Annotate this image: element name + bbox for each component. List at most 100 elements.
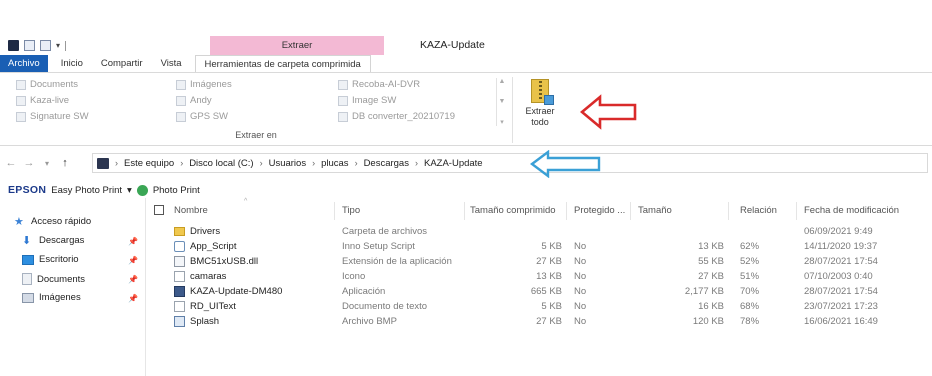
destination-documents[interactable]: Documents	[16, 79, 78, 90]
file-name-cell: RD_UIText	[174, 301, 236, 312]
pin-icon[interactable]: 📌	[128, 275, 138, 284]
chevron-right-icon[interactable]: ›	[312, 158, 315, 168]
breadcrumb-descargas[interactable]: Descargas	[364, 158, 409, 169]
dll-icon	[174, 256, 185, 267]
column-header-ratio[interactable]: Relación	[740, 205, 777, 216]
column-header-size[interactable]: Tamaño	[638, 205, 672, 216]
address-bar[interactable]: › Este equipo › Disco local (C:) › Usuar…	[92, 153, 928, 173]
extract-all-button[interactable]: Extraer todo	[520, 79, 560, 128]
column-header-date-modified[interactable]: Fecha de modificación	[804, 205, 899, 216]
file-compressed-size: 13 KB	[536, 271, 562, 282]
sort-ascending-icon: ^	[244, 198, 248, 205]
sidebar-item-documents[interactable]: Documents	[22, 273, 85, 285]
table-row[interactable]: camaras Icono 13 KB No 27 KB 51% 07/10/2…	[146, 270, 932, 285]
column-divider[interactable]	[334, 202, 335, 220]
column-divider[interactable]	[796, 202, 797, 220]
scroll-up-icon[interactable]: ▲	[499, 78, 506, 85]
column-header-name[interactable]: Nombre	[174, 205, 208, 216]
file-protected: No	[574, 316, 587, 327]
sidebar-item-desktop[interactable]: Escritorio	[22, 254, 79, 265]
properties-icon[interactable]	[8, 40, 19, 51]
chevron-right-icon[interactable]: ›	[355, 158, 358, 168]
pin-icon[interactable]: 📌	[128, 294, 138, 303]
application-icon	[174, 286, 185, 297]
file-protected: No	[574, 301, 587, 312]
tab-compressed-folder-tools[interactable]: Herramientas de carpeta comprimida	[194, 55, 371, 72]
column-divider[interactable]	[728, 202, 729, 220]
breadcrumb-plucas[interactable]: plucas	[321, 158, 348, 169]
destination-recoba-ai-dvr[interactable]: Recoba-AI-DVR	[338, 79, 420, 90]
table-row[interactable]: App_Script Inno Setup Script 5 KB No 13 …	[146, 240, 932, 255]
destination-kaza-live[interactable]: Kaza-live	[16, 95, 69, 106]
folder-icon	[338, 79, 348, 90]
chevron-right-icon[interactable]: ›	[180, 158, 183, 168]
up-icon[interactable]: ↑	[58, 157, 72, 169]
destination-db-converter[interactable]: DB converter_20210719	[338, 111, 455, 122]
column-divider[interactable]	[630, 202, 631, 220]
file-size: 16 KB	[698, 301, 724, 312]
recent-locations-icon[interactable]: ▾	[40, 159, 54, 168]
ribbon-group-caption: Extraer en	[235, 130, 277, 140]
easy-photo-print-button[interactable]: Easy Photo Print	[51, 185, 122, 196]
file-compressed-size: 5 KB	[541, 241, 562, 252]
destination-imagenes[interactable]: Imágenes	[176, 79, 232, 90]
file-modified: 16/06/2021 16:49	[804, 316, 878, 327]
column-header-type[interactable]: Tipo	[342, 205, 360, 216]
column-divider[interactable]	[464, 202, 465, 220]
tab-share[interactable]: Compartir	[92, 55, 152, 72]
file-type: Inno Setup Script	[342, 241, 415, 252]
sidebar-item-quick-access[interactable]: ★ Acceso rápido	[14, 216, 91, 227]
gallery-scroller[interactable]: ▲ ▼ ▾	[496, 78, 507, 126]
table-row[interactable]: BMC51xUSB.dll Extensión de la aplicación…	[146, 255, 932, 270]
breadcrumb-usuarios[interactable]: Usuarios	[269, 158, 307, 169]
column-header-compressed-size[interactable]: Tamaño comprimido	[470, 205, 556, 216]
file-name-cell: Splash	[174, 316, 219, 327]
pin-icon[interactable]: 📌	[128, 256, 138, 265]
table-row[interactable]: Splash Archivo BMP 27 KB No 120 KB 78% 1…	[146, 315, 932, 330]
file-name: BMC51xUSB.dll	[190, 256, 259, 267]
toolbar-divider	[65, 40, 67, 51]
file-name: App_Script	[190, 241, 237, 252]
file-size: 2,177 KB	[684, 286, 724, 297]
table-row[interactable]: Drivers Carpeta de archivos 06/09/2021 9…	[146, 225, 932, 240]
column-header-protected[interactable]: Protegido ...	[574, 205, 625, 216]
scroll-down-icon[interactable]: ▼	[499, 98, 506, 105]
checkbox-icon[interactable]	[24, 40, 35, 51]
customize-toolbar-icon[interactable]: ▾	[56, 41, 60, 50]
forward-icon[interactable]: →	[22, 157, 36, 169]
folder-icon	[176, 95, 186, 106]
file-ratio: 68%	[740, 301, 760, 312]
pin-icon[interactable]: 📌	[128, 237, 138, 246]
destination-gps-sw[interactable]: GPS SW	[176, 111, 228, 122]
destination-image-sw[interactable]: Image SW	[338, 95, 396, 106]
tab-file[interactable]: Archivo	[0, 55, 48, 72]
destination-andy[interactable]: Andy	[176, 95, 212, 106]
chevron-right-icon[interactable]: ›	[115, 158, 118, 168]
new-folder-icon[interactable]	[40, 40, 51, 51]
file-type: Icono	[342, 271, 366, 282]
table-row[interactable]: RD_UIText Documento de texto 5 KB No 16 …	[146, 300, 932, 315]
tab-home[interactable]: Inicio	[52, 55, 92, 72]
expand-gallery-icon[interactable]: ▾	[500, 118, 504, 126]
epson-toolbar: EPSON Easy Photo Print ▾ Photo Print	[0, 182, 932, 198]
file-compressed-size: 27 KB	[536, 256, 562, 267]
chevron-down-icon[interactable]: ▾	[127, 185, 132, 196]
breadcrumb-kaza-update[interactable]: KAZA-Update	[424, 158, 483, 169]
table-row[interactable]: KAZA-Update-DM480 Aplicación 665 KB No 2…	[146, 285, 932, 300]
sidebar-item-downloads[interactable]: ⬇ Descargas	[22, 235, 84, 246]
chevron-right-icon[interactable]: ›	[260, 158, 263, 168]
back-icon[interactable]: ←	[4, 157, 18, 169]
sidebar-item-pictures[interactable]: Imágenes	[22, 292, 81, 303]
select-all-checkbox[interactable]	[154, 205, 164, 215]
photo-print-button[interactable]: Photo Print	[153, 185, 200, 196]
tab-view[interactable]: Vista	[152, 55, 191, 72]
folder-icon	[16, 111, 26, 122]
file-type: Documento de texto	[342, 301, 428, 312]
column-divider[interactable]	[566, 202, 567, 220]
destination-signature-sw[interactable]: Signature SW	[16, 111, 89, 122]
breadcrumb-este-equipo[interactable]: Este equipo	[124, 158, 174, 169]
breadcrumb-disco-local[interactable]: Disco local (C:)	[189, 158, 253, 169]
zip-folder-icon	[531, 79, 554, 105]
file-ratio: 62%	[740, 241, 760, 252]
chevron-right-icon[interactable]: ›	[415, 158, 418, 168]
